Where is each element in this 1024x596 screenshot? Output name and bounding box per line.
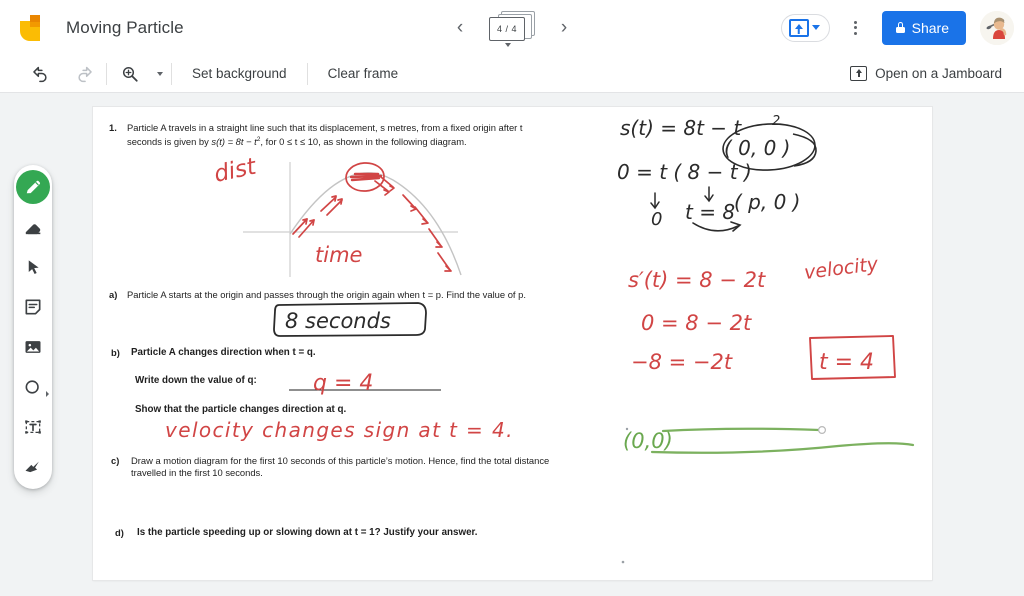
clear-frame-button[interactable]: Clear frame: [316, 60, 411, 87]
undo-button[interactable]: [26, 59, 56, 89]
chevron-down-icon[interactable]: [811, 25, 820, 30]
more-options-button[interactable]: [840, 12, 872, 44]
set-background-button[interactable]: Set background: [180, 60, 299, 87]
sidebar-item-laser-tool[interactable]: [16, 450, 50, 484]
sticky-note-icon: [25, 299, 41, 315]
top-header-bar: Moving Particle ‹ 4 / 4 › Share: [0, 0, 1024, 55]
sidebar-item-eraser-tool[interactable]: [16, 210, 50, 244]
page-title[interactable]: Moving Particle: [66, 18, 184, 38]
sidebar-item-image-tool[interactable]: [16, 330, 50, 364]
ink-endpoint-handle: [817, 426, 826, 435]
zoom-dropdown-caret-icon[interactable]: [157, 71, 163, 76]
circle-shape-icon: [25, 380, 39, 394]
open-on-jamboard-button[interactable]: Open on a Jamboard: [842, 61, 1010, 86]
tool-rail: [14, 165, 52, 489]
open-on-jamboard-icon: [850, 66, 868, 81]
laser-pointer-icon: [25, 461, 39, 473]
sidebar-item-pen-tool[interactable]: [16, 170, 50, 204]
sidebar-item-shape-tool[interactable]: [16, 370, 50, 404]
toolbar-divider: [106, 62, 107, 85]
next-frame-button[interactable]: ›: [549, 13, 579, 43]
toolbar-divider-2: [171, 62, 172, 85]
ink-dot: [625, 427, 629, 431]
shape-submenu-caret-icon[interactable]: [46, 391, 49, 397]
header-actions: Share: [780, 0, 1014, 55]
worksheet-background-image: 1. Particle A travels in a straight line…: [93, 107, 932, 580]
sidebar-item-sticky-note-tool[interactable]: [16, 290, 50, 324]
redo-button[interactable]: [68, 59, 98, 89]
text-box-icon: [25, 420, 41, 434]
green-ink-annotation: (0,0): [621, 426, 915, 564]
work-green-point: (0,0): [623, 429, 673, 453]
jam-canvas[interactable]: 1. Particle A travels in a straight line…: [0, 93, 1024, 596]
lock-icon: [895, 22, 905, 33]
undo-icon: [32, 66, 47, 83]
frame-page[interactable]: 1. Particle A travels in a straight line…: [93, 107, 932, 580]
share-button[interactable]: Share: [881, 10, 966, 45]
redo-icon: [77, 66, 92, 83]
editor-toolbar: Set background Clear frame Open on a Jam…: [0, 55, 1024, 93]
present-button[interactable]: [780, 13, 830, 42]
sidebar-item-select-tool[interactable]: [16, 250, 50, 284]
eraser-icon: [25, 223, 40, 234]
zoom-button[interactable]: [115, 59, 145, 89]
sidebar-item-text-box-tool[interactable]: [16, 410, 50, 444]
pen-icon: [26, 180, 40, 194]
frame-counter-label: 4 / 4: [489, 16, 525, 41]
jamboard-app: Moving Particle ‹ 4 / 4 › Share Set back…: [0, 0, 1024, 596]
previous-frame-button[interactable]: ‹: [445, 13, 475, 43]
cursor-arrow-icon: [28, 259, 39, 274]
present-upload-icon: [788, 18, 809, 37]
toolbar-divider-3: [306, 62, 308, 85]
zoom-in-icon: [122, 66, 138, 82]
chevron-down-icon: [505, 42, 511, 47]
jamboard-logo-icon: [16, 11, 50, 45]
frame-counter-button[interactable]: 4 / 4: [489, 10, 535, 47]
share-button-label: Share: [911, 19, 949, 36]
avatar[interactable]: [980, 10, 1014, 45]
ink-dot-2: [621, 560, 625, 564]
open-on-jamboard-label: Open on a Jamboard: [875, 66, 1002, 81]
image-icon: [25, 341, 41, 353]
